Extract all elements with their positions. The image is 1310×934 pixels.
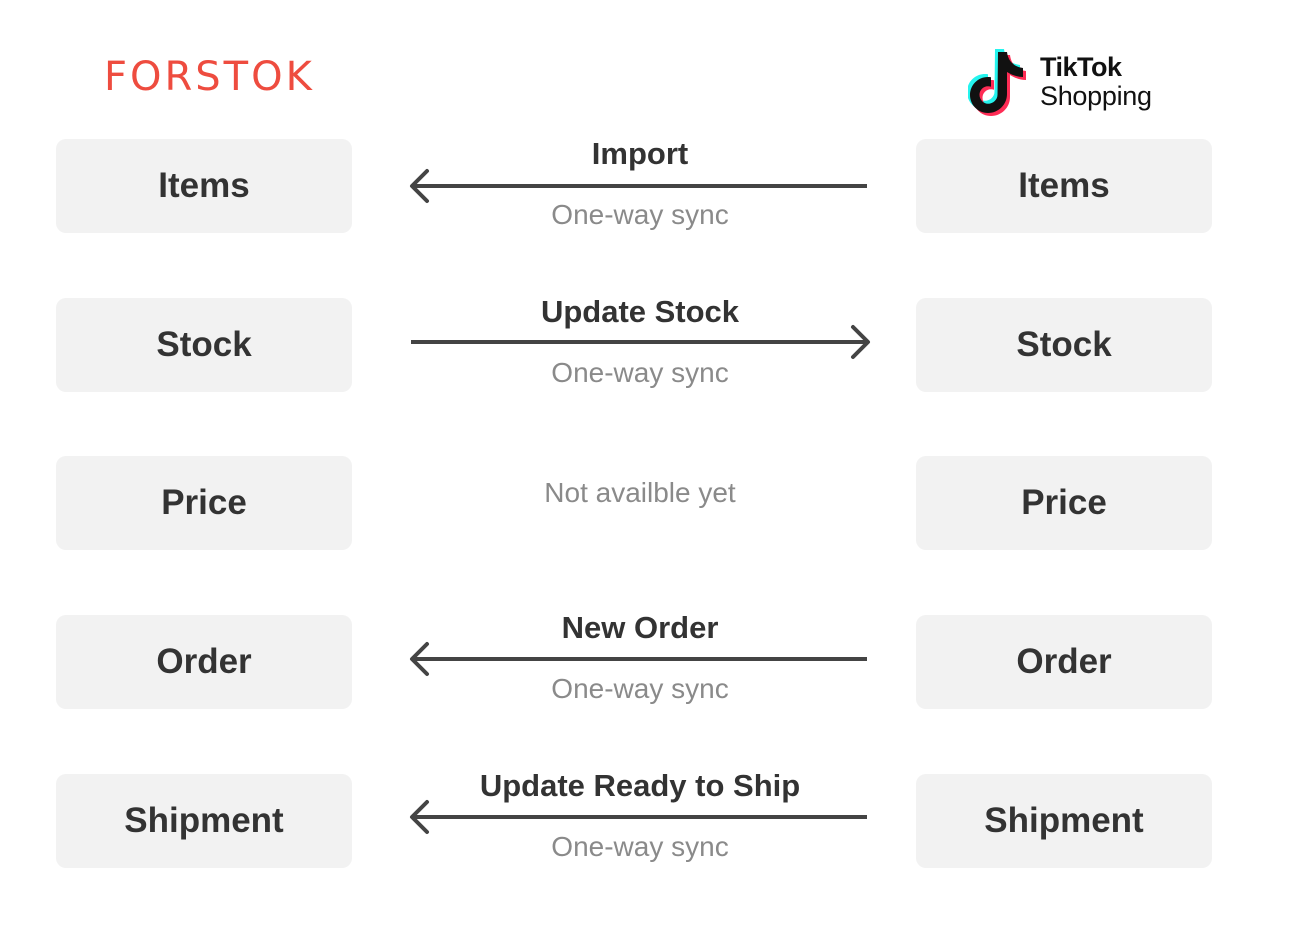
update-stock-sync-note: One-way sync xyxy=(551,357,729,388)
update-ready-to-ship-sync-note: One-way sync xyxy=(551,831,729,862)
tiktok-shipment-box: Shipment xyxy=(916,774,1212,868)
price-not-available-note: Not availble yet xyxy=(544,477,736,508)
tiktok-shopping-logo: TikTok Shopping xyxy=(968,46,1168,120)
forstok-items-box: Items xyxy=(56,139,352,233)
tiktok-order-box: Order xyxy=(916,615,1212,709)
tiktok-wordmark: TikTok xyxy=(1040,52,1122,82)
forstok-order-box: Order xyxy=(56,615,352,709)
new-order-sync-note: One-way sync xyxy=(551,673,729,704)
tiktok-icon xyxy=(968,49,1026,116)
tiktok-stock-box: Stock xyxy=(916,298,1212,392)
tiktok-items-box: Items xyxy=(916,139,1212,233)
shopping-wordmark: Shopping xyxy=(1040,81,1152,111)
tiktok-price-box: Price xyxy=(916,456,1212,550)
forstok-price-box: Price xyxy=(56,456,352,550)
forstok-logo: FORSTOK xyxy=(104,54,315,100)
forstok-shipment-box: Shipment xyxy=(56,774,352,868)
forstok-stock-box: Stock xyxy=(56,298,352,392)
import-sync-note: One-way sync xyxy=(551,199,729,230)
